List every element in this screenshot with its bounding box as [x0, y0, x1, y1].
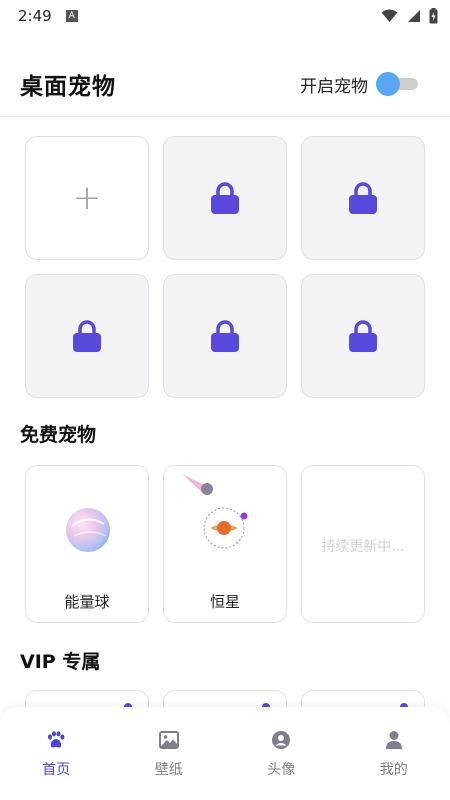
plus-icon: +: [72, 178, 102, 218]
energy-ball-icon: [66, 508, 110, 552]
pet-card-coming-soon: 持续更新中...: [301, 465, 425, 623]
tab-avatar[interactable]: 头像: [225, 707, 338, 800]
add-pet-slot[interactable]: +: [25, 136, 149, 260]
tab-label: 壁纸: [154, 762, 183, 778]
star-planet-icon: [203, 507, 248, 549]
lock-icon: [211, 320, 239, 352]
free-pets-grid: 能量球 恒星 持续更新中...: [25, 465, 425, 623]
image-icon: [158, 729, 180, 751]
lock-icon: [73, 320, 101, 352]
free-pets-title: 免费宠物: [20, 424, 97, 446]
lock-icon: [211, 182, 239, 214]
signal-icon: [408, 10, 420, 22]
paw-icon: [45, 729, 67, 751]
page-title: 桌面宠物: [20, 74, 116, 100]
tab-profile[interactable]: 我的: [338, 707, 450, 800]
bottom-tab-bar: 首页 壁纸 头像 我的: [0, 707, 450, 800]
pet-name: 恒星: [209, 593, 240, 611]
pet-card-energy-ball[interactable]: 能量球: [25, 465, 149, 623]
tab-home[interactable]: 首页: [0, 707, 113, 800]
pet-name: 能量球: [64, 593, 110, 611]
lock-icon: [349, 182, 377, 214]
locked-slot[interactable]: [163, 136, 287, 260]
tab-label: 头像: [267, 762, 296, 778]
tab-wallpaper[interactable]: 壁纸: [113, 707, 226, 800]
vip-pets-title: VIP 专属: [20, 651, 101, 673]
locked-slot[interactable]: [301, 274, 425, 398]
tab-label: 我的: [379, 762, 408, 778]
app-header: 桌面宠物 开启宠物: [0, 52, 450, 116]
pet-toggle[interactable]: [376, 72, 418, 96]
locked-slot[interactable]: [163, 274, 287, 398]
avatar-circle-icon: [270, 729, 292, 751]
toggle-thumb: [376, 72, 400, 96]
header-divider: [0, 116, 450, 117]
locked-slot[interactable]: [301, 136, 425, 260]
person-icon: [383, 729, 405, 751]
a-icon: A: [65, 10, 78, 22]
tab-label: 首页: [42, 762, 71, 778]
locked-slot[interactable]: [25, 274, 149, 398]
pet-toggle-label: 开启宠物: [300, 76, 368, 97]
battery-icon: [429, 8, 438, 24]
lock-icon: [349, 320, 377, 352]
coming-soon-text: 持续更新中...: [321, 539, 405, 555]
wifi-icon: [381, 9, 398, 22]
status-time: 2:49: [18, 7, 52, 25]
pet-slot-grid: +: [25, 136, 425, 398]
pet-card-star[interactable]: 恒星: [163, 465, 287, 623]
status-icons: [381, 8, 438, 24]
comet-icon: [182, 474, 213, 495]
status-bar: 2:49 A: [0, 0, 450, 32]
